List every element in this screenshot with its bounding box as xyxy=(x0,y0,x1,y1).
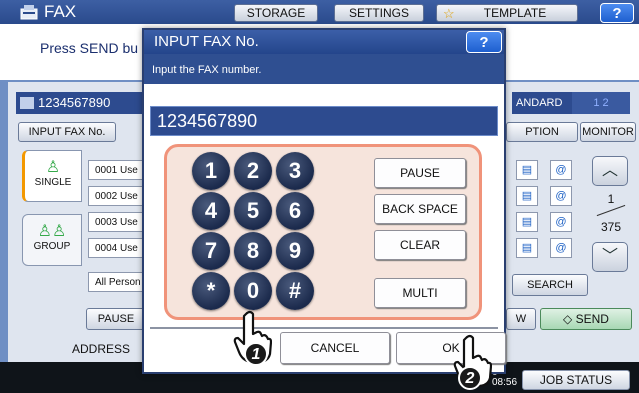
line-indicator: 1 2 xyxy=(572,92,630,114)
pause-button[interactable]: PAUSE xyxy=(374,158,466,188)
job-status-button[interactable]: JOB STATUS xyxy=(522,370,630,390)
fax-row-icon: ▤ xyxy=(516,160,538,180)
email-row-icon: @ xyxy=(550,238,572,258)
option-button[interactable]: PTION xyxy=(506,122,578,142)
scroll-down-button[interactable]: ﹀ xyxy=(592,242,628,272)
multi-button[interactable]: MULTI xyxy=(374,278,466,308)
tab-template[interactable]: TEMPLATE xyxy=(436,4,578,22)
key-8[interactable]: 8 xyxy=(234,232,272,270)
fax-number-field[interactable]: 1234567890 xyxy=(150,106,498,136)
key-2[interactable]: 2 xyxy=(234,152,272,190)
send-icon: ◇ xyxy=(563,312,576,326)
star-icon: ☆ xyxy=(443,6,455,21)
list-item[interactable]: All Person xyxy=(88,272,148,292)
key-0[interactable]: 0 xyxy=(234,272,272,310)
key-3[interactable]: 3 xyxy=(276,152,314,190)
email-row-icon: @ xyxy=(550,160,572,180)
scroll-up-button[interactable]: ︿ xyxy=(592,156,628,186)
key-9[interactable]: 9 xyxy=(276,232,314,270)
address-label: ADDRESS xyxy=(72,342,131,356)
tab-single-label: SINGLE xyxy=(34,177,72,188)
fax-row-icon: ▤ xyxy=(516,186,538,206)
key-asterisk[interactable]: * xyxy=(192,272,230,310)
pause-button-bg[interactable]: PAUSE xyxy=(86,308,146,330)
list-item[interactable]: 0001 Use xyxy=(88,160,148,180)
search-button[interactable]: SEARCH xyxy=(512,274,588,296)
step-1-badge: 1 xyxy=(244,342,268,366)
tab-group[interactable]: ♙♙ GROUP xyxy=(22,214,82,266)
monitor-button[interactable]: MONITOR xyxy=(580,122,636,142)
status-message: Press SEND bu xyxy=(40,40,139,56)
list-item[interactable]: 0002 Use xyxy=(88,186,148,206)
dialog-message: Input the FAX number. xyxy=(152,64,262,76)
preview-button[interactable]: W xyxy=(506,308,536,330)
key-hash[interactable]: # xyxy=(276,272,314,310)
back-space-button[interactable]: BACK SPACE xyxy=(374,194,466,224)
fax-row-icon: ▤ xyxy=(516,238,538,258)
page-total: 375 xyxy=(600,220,622,234)
help-button[interactable]: ? xyxy=(600,3,634,23)
group-icon: ♙♙ xyxy=(37,223,67,240)
tab-settings[interactable]: SETTINGS xyxy=(334,4,424,22)
input-fax-button[interactable]: INPUT FAX No. xyxy=(18,122,116,142)
key-4[interactable]: 4 xyxy=(192,192,230,230)
tab-storage[interactable]: STORAGE xyxy=(234,4,318,22)
dialog-title: INPUT FAX No. xyxy=(154,33,259,50)
step-2-badge: 2 xyxy=(458,366,482,390)
page-current: 1 xyxy=(607,192,615,206)
tab-group-label: GROUP xyxy=(33,241,71,252)
fax-row-icon: ▤ xyxy=(516,212,538,232)
app-title: FAX xyxy=(44,2,77,21)
clear-button[interactable]: CLEAR xyxy=(374,230,466,260)
resolution-label: ANDARD xyxy=(512,92,572,114)
single-user-icon: ♙ xyxy=(45,159,61,176)
tab-single[interactable]: ♙ SINGLE xyxy=(22,150,82,202)
list-item[interactable]: 0003 Use xyxy=(88,212,148,232)
send-label: SEND xyxy=(575,312,609,326)
key-7[interactable]: 7 xyxy=(192,232,230,270)
list-item[interactable]: 0004 Use xyxy=(88,238,148,258)
clock-time: 08:56 xyxy=(492,377,518,388)
email-row-icon: @ xyxy=(550,186,572,206)
send-button[interactable]: ◇ SEND xyxy=(540,308,632,330)
email-row-icon: @ xyxy=(550,212,572,232)
cancel-button[interactable]: CANCEL xyxy=(280,332,390,364)
dialog-help-button[interactable]: ? xyxy=(466,31,502,53)
key-1[interactable]: 1 xyxy=(192,152,230,190)
dialog-divider xyxy=(150,327,498,329)
key-5[interactable]: 5 xyxy=(234,192,272,230)
fax-small-icon xyxy=(20,97,34,109)
fax-icon xyxy=(20,5,38,20)
key-6[interactable]: 6 xyxy=(276,192,314,230)
